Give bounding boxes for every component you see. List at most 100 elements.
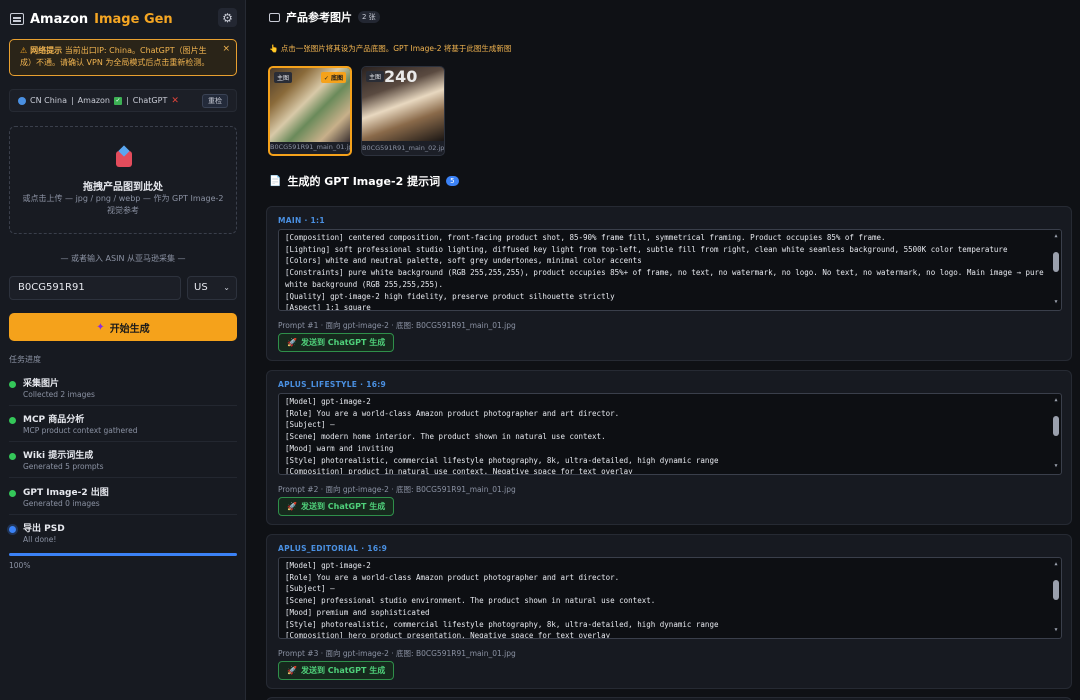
sparkle-icon: ✦ <box>96 321 105 333</box>
reference-image[interactable]: 主图 ✓ 底图 B0CG591R91_main_01.jpg <box>268 66 352 156</box>
prompts-count: 5 <box>446 176 459 186</box>
progress-percent: 100% <box>9 561 31 570</box>
prompt-line: [Constraints] pure white background (RGB… <box>285 268 1044 289</box>
brand-accent: Image Gen <box>94 11 173 27</box>
prompts-header: 📄 生成的 GPT Image-2 提示词 5 <box>269 173 459 189</box>
prompt-line: [Role] You are a world-class Amazon prod… <box>285 572 620 582</box>
dropzone-title: 拖拽产品图到此处 <box>83 182 163 193</box>
prompt-line: [Mood] warm and inviting <box>285 443 394 453</box>
prompt-card-label: MAIN · 1:1 <box>278 216 325 225</box>
prompt-line: [Mood] premium and sophisticated <box>285 607 430 617</box>
base-image-badge: ✓ 底图 <box>320 72 346 83</box>
send-button-label: 发送到 ChatGPT 生成 <box>300 666 386 675</box>
reference-count: 2 张 <box>358 11 380 23</box>
reference-title: 产品参考图片 <box>286 11 352 24</box>
step-desc: MCP product context gathered <box>23 426 138 435</box>
check-icon: ✓ <box>114 96 123 105</box>
brand-name: Amazon <box>30 11 89 27</box>
progress-step: 采集图片 Collected 2 images <box>9 370 237 406</box>
settings-button[interactable]: ⚙ <box>218 8 237 27</box>
prompt-line: [Style] photorealistic, commercial lifes… <box>285 455 719 465</box>
cross-icon: ✕ <box>171 95 179 106</box>
image-tag: 主图 <box>274 72 293 83</box>
step-name: MCP 商品分析 <box>23 415 85 425</box>
send-button-label: 发送到 ChatGPT 生成 <box>300 338 386 347</box>
upload-dropzone[interactable]: 拖拽产品图到此处 或点击上传 — jpg / png / webp — 作为 G… <box>9 126 237 234</box>
progress-step: Wiki 提示词生成 Generated 5 prompts <box>9 442 237 478</box>
image-overlay-text: 240 <box>384 67 418 86</box>
prompt-line: [Model] gpt-image-2 <box>285 561 371 570</box>
network-status: CN China | Amazon ✓ | ChatGPT ✕ 重检 <box>9 89 237 112</box>
scrollbar[interactable]: ▲ ▼ <box>1053 232 1059 308</box>
prompt-line: [Colors] white and neutral palette, soft… <box>285 256 642 266</box>
prompt-textarea[interactable]: [Composition] centered composition, fron… <box>278 229 1062 311</box>
prompt-textarea[interactable]: [Model] gpt-image-2 [Role] You are a wor… <box>278 557 1062 639</box>
prompt-card-label: APLUS_EDITORIAL · 16:9 <box>278 544 388 553</box>
globe-icon <box>18 96 26 105</box>
send-button-label: 发送到 ChatGPT 生成 <box>300 502 386 511</box>
region-value: US <box>194 282 208 293</box>
prompt-line: [Composition] centered composition, fron… <box>285 233 886 242</box>
image-icon <box>269 12 280 22</box>
sidebar: Amazon Image Gen ⚙ ⚠ 网络提示 当前出口IP: China。C… <box>0 0 246 700</box>
rocket-icon: 🚀 <box>287 338 297 347</box>
scrollbar[interactable]: ▲ ▼ <box>1053 560 1059 636</box>
status-dot <box>9 417 16 424</box>
image-stack-icon <box>10 13 24 25</box>
brand: Amazon Image Gen <box>10 10 173 28</box>
prompt-line: [Model] gpt-image-2 <box>285 397 371 406</box>
network-region: CN China <box>30 96 67 105</box>
start-generate-button[interactable]: ✦ 开始生成 <box>9 313 237 341</box>
prompt-line: [Subject] — <box>285 420 335 430</box>
prompt-line: [Role] You are a world-class Amazon prod… <box>285 408 620 418</box>
gear-icon: ⚙ <box>222 10 233 25</box>
reference-hint: 👆 点击一张图片将其设为产品底图。GPT Image-2 将基于此图生成新图 <box>269 44 512 53</box>
rocket-icon: 🚀 <box>287 666 297 675</box>
prompt-card-label: APLUS_LIFESTYLE · 16:9 <box>278 380 387 389</box>
prompt-card: MAIN · 1:1 [Composition] centered compos… <box>266 206 1072 361</box>
step-name: 采集图片 <box>23 379 60 389</box>
progress-step: MCP 商品分析 MCP product context gathered <box>9 406 237 442</box>
prompt-line: [Subject] — <box>285 584 335 594</box>
network-amazon: Amazon <box>77 96 111 105</box>
send-to-chatgpt-button[interactable]: 🚀 发送到 ChatGPT 生成 <box>278 661 395 680</box>
recheck-button[interactable]: 重检 <box>202 93 228 108</box>
prompt-line: [Quality] gpt-image-2 high fidelity, pre… <box>285 291 615 301</box>
prompt-meta: Prompt #1 · 面向 gpt-image-2 · 底图: B0CG591… <box>278 321 516 330</box>
close-warning-button[interactable]: × <box>222 43 230 55</box>
main-panel: 产品参考图片 2 张 👆 点击一张图片将其设为产品底图。GPT Image-2 … <box>255 0 1080 700</box>
step-name: GPT Image-2 出图 <box>23 488 109 498</box>
asin-input[interactable]: B0CG591R91 <box>9 276 181 300</box>
scrollbar[interactable]: ▲ ▼ <box>1053 396 1059 472</box>
step-desc: Generated 0 images <box>23 499 100 508</box>
prompt-line: [Scene] professional studio environment.… <box>285 596 656 606</box>
step-name: 导出 PSD <box>23 524 65 534</box>
prompt-line: [Composition] hero product presentation.… <box>285 631 611 639</box>
region-select[interactable]: US ⌄ <box>187 276 237 300</box>
progress-bar <box>9 553 237 556</box>
image-filename: B0CG591R91_main_01.jpg <box>270 143 350 151</box>
upload-icon <box>116 151 132 167</box>
prompt-line: [Composition] product in natural use con… <box>285 467 633 475</box>
asin-label: — 或者输入 ASIN 从亚马逊采集 — <box>60 254 186 263</box>
step-desc: All done! <box>23 535 57 544</box>
send-to-chatgpt-button[interactable]: 🚀 发送到 ChatGPT 生成 <box>278 333 395 352</box>
progress-title: 任务进度 <box>9 355 41 364</box>
prompt-line: [Style] photorealistic, commercial lifes… <box>285 619 719 629</box>
prompt-card: APLUS_EDITORIAL · 16:9 [Model] gpt-image… <box>266 534 1072 689</box>
send-to-chatgpt-button[interactable]: 🚀 发送到 ChatGPT 生成 <box>278 497 395 516</box>
prompt-line: [Scene] modern home interior. The produc… <box>285 432 606 442</box>
reference-image[interactable]: 240 主图 B0CG591R91_main_02.jpg <box>361 66 445 156</box>
prompt-card: APLUS_LIFESTYLE · 16:9 [Model] gpt-image… <box>266 370 1072 525</box>
prompt-line: [Lighting] soft professional studio ligh… <box>285 244 1008 254</box>
prompt-textarea[interactable]: [Model] gpt-image-2 [Role] You are a wor… <box>278 393 1062 475</box>
reference-header: 产品参考图片 2 张 <box>269 9 380 25</box>
prompt-line: [Aspect] 1:1 square <box>285 303 371 311</box>
step-name: Wiki 提示词生成 <box>23 451 94 461</box>
network-chatgpt: ChatGPT <box>132 96 168 105</box>
start-button-label: 开始生成 <box>109 323 150 335</box>
status-dot <box>9 381 16 388</box>
network-warning: ⚠ 网络提示 当前出口IP: China。ChatGPT（图片生成）不通。请确认 … <box>9 39 237 76</box>
dropzone-subtitle: 或点击上传 — jpg / png / webp — 作为 GPT Image-… <box>22 194 224 215</box>
progress-step: 导出 PSD All done! <box>9 515 237 551</box>
